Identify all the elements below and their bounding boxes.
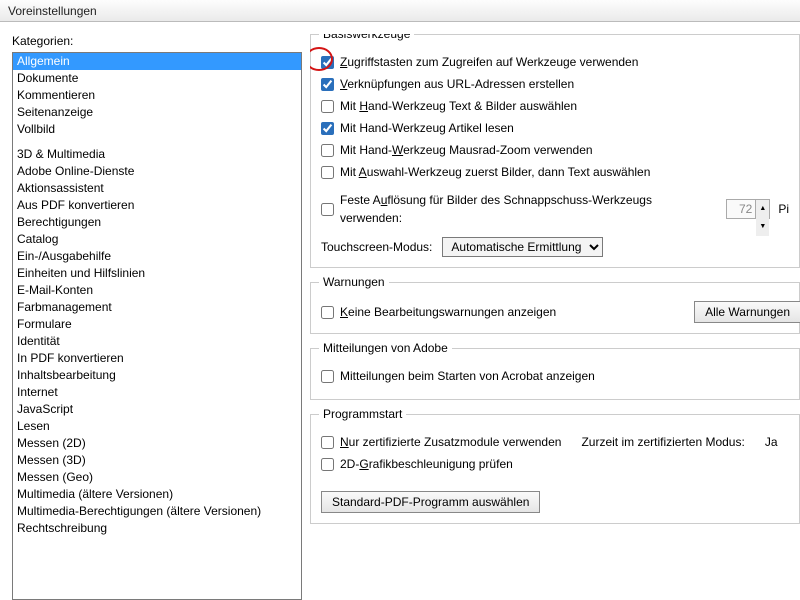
checkbox-fixed-resolution[interactable]: [321, 203, 334, 216]
category-item[interactable]: Messen (3D): [13, 452, 301, 469]
label-chk5: Mit Hand-Werkzeug Mausrad-Zoom verwenden: [340, 141, 593, 159]
group-title-start: Programmstart: [319, 407, 406, 421]
group-warnungen: Warnungen Keine Bearbeitungswarnungen an…: [310, 282, 800, 334]
default-pdf-program-button[interactable]: Standard-PDF-Programm auswählen: [321, 491, 540, 513]
resolution-input[interactable]: [727, 200, 755, 218]
group-programmstart: Programmstart Nur zertifizierte Zusatzmo…: [310, 414, 800, 524]
window-title: Voreinstellungen: [8, 4, 97, 18]
checkbox-chk1[interactable]: [321, 56, 334, 69]
spinner-down-icon[interactable]: ▼: [756, 218, 769, 236]
category-item[interactable]: JavaScript: [13, 401, 301, 418]
category-item[interactable]: E-Mail-Konten: [13, 282, 301, 299]
category-item[interactable]: Identität: [13, 333, 301, 350]
category-item[interactable]: Catalog: [13, 231, 301, 248]
group-title-adobe: Mitteilungen von Adobe: [319, 341, 452, 355]
category-item[interactable]: Allgemein: [13, 53, 301, 70]
category-item[interactable]: Aus PDF konvertieren: [13, 197, 301, 214]
category-item[interactable]: Formulare: [13, 316, 301, 333]
category-item[interactable]: Internet: [13, 384, 301, 401]
category-item[interactable]: Messen (Geo): [13, 469, 301, 486]
resolution-spinner[interactable]: ▲ ▼: [726, 199, 770, 219]
checkbox-chk6[interactable]: [321, 166, 334, 179]
certified-mode-value: Ja: [765, 435, 778, 449]
label-no-edit-warnings: Keine Bearbeitungswarnungen anzeigen: [340, 303, 556, 321]
category-item[interactable]: Seitenanzeige: [13, 104, 301, 121]
label-chk6: Mit Auswahl-Werkzeug zuerst Bilder, dann…: [340, 163, 650, 181]
label-fixed-resolution: Feste Auflösung für Bilder des Schnappsc…: [340, 191, 714, 227]
category-item[interactable]: Lesen: [13, 418, 301, 435]
category-item[interactable]: Kommentieren: [13, 87, 301, 104]
group-basiswerkzeuge: Basiswerkzeuge Zugriffstasten zum Zugrei…: [310, 34, 800, 268]
checkbox-chk3[interactable]: [321, 100, 334, 113]
group-title-warn: Warnungen: [319, 275, 389, 289]
categories-listbox[interactable]: AllgemeinDokumenteKommentierenSeitenanze…: [12, 52, 302, 600]
category-item[interactable]: Inhaltsbearbeitung: [13, 367, 301, 384]
checkbox-chk4[interactable]: [321, 122, 334, 135]
checkbox-no-edit-warnings[interactable]: [321, 306, 334, 319]
spinner-up-icon[interactable]: ▲: [756, 200, 769, 218]
label-chk4: Mit Hand-Werkzeug Artikel lesen: [340, 119, 514, 137]
label-chk1: Zugriffstasten zum Zugreifen auf Werkzeu…: [340, 53, 638, 71]
category-item[interactable]: Aktionsassistent: [13, 180, 301, 197]
touchscreen-select[interactable]: Automatische Ermittlung: [442, 237, 603, 257]
certified-mode-label: Zurzeit im zertifizierten Modus:: [581, 435, 744, 449]
category-item[interactable]: Adobe Online-Dienste: [13, 163, 301, 180]
category-item[interactable]: Ein-/Ausgabehilfe: [13, 248, 301, 265]
category-item[interactable]: Rechtschreibung: [13, 520, 301, 537]
category-item[interactable]: Multimedia-Berechtigungen (ältere Versio…: [13, 503, 301, 520]
touchscreen-label: Touchscreen-Modus:: [321, 240, 432, 254]
label-chk2: Verknüpfungen aus URL-Adressen erstellen: [340, 75, 574, 93]
group-title-basis: Basiswerkzeuge: [319, 34, 414, 41]
label-adobe-messages: Mitteilungen beim Starten von Acrobat an…: [340, 367, 595, 385]
checkbox-chk2[interactable]: [321, 78, 334, 91]
category-item[interactable]: Multimedia (ältere Versionen): [13, 486, 301, 503]
category-item[interactable]: Einheiten und Hilfslinien: [13, 265, 301, 282]
all-warnings-button[interactable]: Alle Warnungen: [694, 301, 800, 323]
category-item[interactable]: Farbmanagement: [13, 299, 301, 316]
category-item[interactable]: Vollbild: [13, 121, 301, 138]
label-certified-plugins: Nur zertifizierte Zusatzmodule verwenden: [340, 433, 561, 451]
category-item[interactable]: 3D & Multimedia: [13, 146, 301, 163]
checkbox-adobe-messages[interactable]: [321, 370, 334, 383]
window-titlebar: Voreinstellungen: [0, 0, 800, 22]
label-2d-accel: 2D-Grafikbeschleunigung prüfen: [340, 455, 513, 473]
categories-label: Kategorien:: [12, 34, 302, 48]
category-item[interactable]: In PDF konvertieren: [13, 350, 301, 367]
checkbox-chk5[interactable]: [321, 144, 334, 157]
resolution-unit: Pi: [778, 200, 789, 218]
category-item[interactable]: Berechtigungen: [13, 214, 301, 231]
category-item[interactable]: Messen (2D): [13, 435, 301, 452]
category-item[interactable]: Dokumente: [13, 70, 301, 87]
label-chk3: Mit Hand-Werkzeug Text & Bilder auswähle…: [340, 97, 577, 115]
group-adobe-messages: Mitteilungen von Adobe Mitteilungen beim…: [310, 348, 800, 400]
checkbox-certified-plugins[interactable]: [321, 436, 334, 449]
checkbox-2d-accel[interactable]: [321, 458, 334, 471]
